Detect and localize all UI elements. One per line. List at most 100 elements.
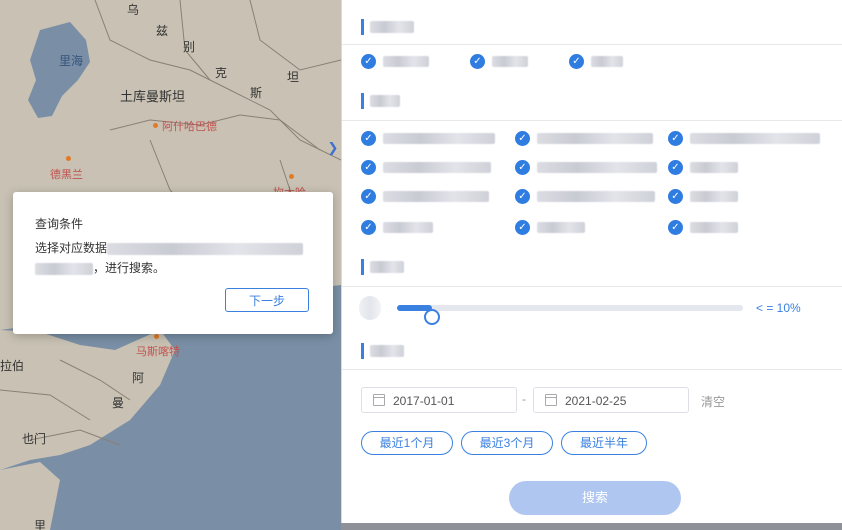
option-label-obscured (690, 133, 820, 144)
map-label-caspian: 里海 (59, 54, 84, 68)
date-range-separator: - (522, 392, 526, 406)
city-marker-tehran[interactable] (66, 156, 71, 161)
option-label-obscured (383, 191, 489, 202)
map-label-si: 斯 (250, 86, 263, 100)
option-label-obscured (383, 56, 429, 67)
map-label-ke: 克 (215, 66, 228, 80)
check-icon: ✓ (515, 131, 530, 146)
calendar-icon (545, 394, 557, 406)
checkbox-option[interactable]: ✓ (668, 131, 828, 147)
check-icon: ✓ (668, 220, 683, 235)
guide-popover: 查询条件 选择对应数据 ，进行搜索。 下一步 (13, 192, 333, 334)
checkbox-option[interactable]: ✓ (515, 131, 655, 147)
start-date-input[interactable]: 2017-01-01 (361, 387, 517, 413)
option-label-obscured (537, 162, 657, 173)
section-marker (361, 93, 364, 109)
threshold-slider: < = 10% (359, 296, 829, 325)
check-icon: ✓ (668, 189, 683, 204)
section-title-obscured (370, 21, 414, 33)
checkbox-option[interactable]: ✓ (668, 189, 828, 205)
guide-description-suffix: ，进行搜索。 (93, 261, 166, 275)
option-label-obscured (383, 162, 491, 173)
next-step-button[interactable]: 下一步 (225, 288, 309, 312)
checkbox-option[interactable]: ✓ (361, 160, 501, 176)
check-icon: ✓ (361, 220, 376, 235)
map-label-man: 曼 (112, 396, 125, 410)
checkbox-option[interactable]: ✓ (361, 220, 501, 236)
bottom-scrollbar (341, 523, 842, 530)
section-title-obscured (370, 345, 404, 357)
option-label-obscured (383, 133, 495, 144)
obscured-text (35, 262, 93, 275)
check-icon: ✓ (361, 54, 376, 69)
map-label-zi: 兹 (156, 24, 169, 38)
checkbox-option[interactable]: ✓ (668, 160, 828, 176)
check-icon: ✓ (361, 131, 376, 146)
guide-title: 查询条件 (35, 217, 84, 231)
guide-description: 选择对应数据 ，进行搜索。 (35, 238, 325, 278)
divider (342, 44, 842, 45)
city-marker-muscat[interactable] (154, 334, 159, 339)
city-marker-ashgabat[interactable] (153, 123, 158, 128)
guide-description-prefix: 选择对应数据 (35, 241, 108, 255)
obscured-text (107, 242, 304, 255)
option-label-obscured (690, 191, 738, 202)
check-icon: ✓ (361, 189, 376, 204)
divider (342, 120, 842, 121)
section-title-obscured (370, 261, 404, 273)
section-marker (361, 259, 364, 275)
last-1-month-button[interactable]: 最近1个月 (361, 431, 453, 455)
check-icon: ✓ (515, 160, 530, 175)
checkbox-option[interactable]: ✓ (470, 54, 550, 70)
option-label-obscured (492, 56, 528, 67)
option-label-obscured (690, 222, 738, 233)
map-label-arabia: 拉伯 (0, 359, 25, 373)
last-half-year-button[interactable]: 最近半年 (561, 431, 647, 455)
filter-panel: ✓ ✓ ✓ ✓ ✓ ✓ ✓ ✓ ✓ ✓ ✓ ✓ ✓ ✓ ✓ < = 10% 20… (341, 0, 842, 530)
checkbox-option[interactable]: ✓ (361, 131, 501, 147)
checkbox-option[interactable]: ✓ (361, 189, 501, 205)
end-date-value: 2021-02-25 (565, 394, 627, 408)
chevron-right-icon[interactable]: ❯ (326, 140, 340, 156)
check-icon: ✓ (668, 131, 683, 146)
map-label-wu: 乌 (127, 3, 140, 17)
checkbox-option[interactable]: ✓ (668, 220, 828, 236)
check-icon: ✓ (515, 189, 530, 204)
end-date-input[interactable]: 2021-02-25 (533, 387, 689, 413)
check-icon: ✓ (361, 160, 376, 175)
map-label-tan: 坦 (287, 70, 300, 84)
calendar-icon (373, 394, 385, 406)
checkbox-option[interactable]: ✓ (515, 160, 657, 176)
option-label-obscured (383, 222, 433, 233)
slider-value: < = 10% (756, 301, 801, 315)
checkbox-option[interactable]: ✓ (515, 220, 655, 236)
map-label-bie: 别 (183, 40, 196, 54)
slider-label-obscured (359, 296, 381, 320)
map-label-muscat: 马斯喀特 (136, 346, 180, 358)
map-label-yemen: 也门 (22, 432, 47, 446)
section-title-obscured (370, 95, 400, 107)
check-icon: ✓ (668, 160, 683, 175)
divider (342, 369, 842, 370)
map-label-a: 阿 (132, 371, 145, 385)
map-label-ashgabat: 阿什哈巴德 (162, 121, 217, 133)
section-marker (361, 343, 364, 359)
check-icon: ✓ (569, 54, 584, 69)
checkbox-option[interactable]: ✓ (361, 54, 441, 70)
slider-track[interactable] (397, 305, 743, 325)
map-label-tehran: 德黑兰 (50, 169, 83, 181)
search-button[interactable]: 搜索 (509, 481, 681, 515)
option-label-obscured (537, 222, 585, 233)
last-3-months-button[interactable]: 最近3个月 (461, 431, 553, 455)
checkbox-option[interactable]: ✓ (569, 54, 649, 70)
checkbox-option[interactable]: ✓ (515, 189, 655, 205)
clear-dates-button[interactable]: 清空 (701, 393, 725, 410)
map-label-turkmenistan: 土库曼斯坦 (120, 89, 186, 104)
option-label-obscured (591, 56, 623, 67)
city-marker-kandahar[interactable] (289, 174, 294, 179)
divider (342, 286, 842, 287)
slider-handle[interactable] (423, 309, 440, 325)
check-icon: ✓ (515, 220, 530, 235)
map-label-li: 里 (34, 519, 47, 530)
section-marker (361, 19, 364, 35)
